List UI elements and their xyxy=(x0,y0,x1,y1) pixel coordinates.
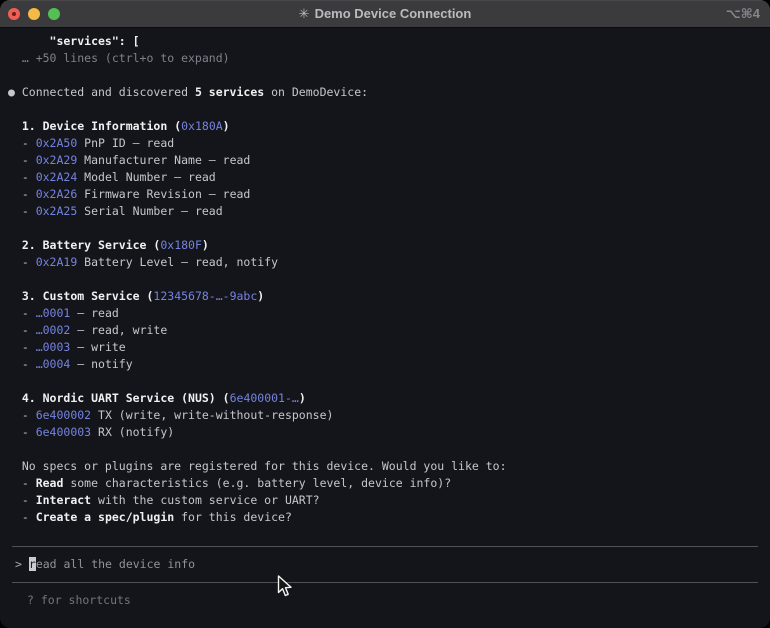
terminal-line: - 0x2A24 Model Number — read xyxy=(8,169,762,186)
terminal-line xyxy=(8,220,762,237)
terminal-output-lines: "services": [ … +50 lines (ctrl+o to exp… xyxy=(8,33,762,526)
terminal-line: "services": [ xyxy=(8,33,762,50)
terminal-line: - 6e400002 TX (write, write-without-resp… xyxy=(8,407,762,424)
window-title: ✳ Demo Device Connection xyxy=(0,6,770,22)
terminal-line: - 6e400003 RX (notify) xyxy=(8,424,762,441)
terminal-window: ✳ Demo Device Connection ⌥⌘4 "services": … xyxy=(0,0,770,628)
terminal-line: - 0x2A29 Manufacturer Name — read xyxy=(8,152,762,169)
terminal-line: - 0x2A50 PnP ID — read xyxy=(8,135,762,152)
terminal-line: 2. Battery Service (0x180F) xyxy=(8,237,762,254)
session-activity-icon: ✳ xyxy=(299,6,310,21)
terminal-line: - Create a spec/plugin for this device? xyxy=(8,509,762,526)
shortcuts-hint: ? for shortcuts xyxy=(8,583,762,609)
terminal-line: 1. Device Information (0x180A) xyxy=(8,118,762,135)
terminal-line: - Read some characteristics (e.g. batter… xyxy=(8,475,762,492)
terminal-line: No specs or plugins are registered for t… xyxy=(8,458,762,475)
terminal-line: 4. Nordic UART Service (NUS) (6e400001-…… xyxy=(8,390,762,407)
terminal-line: - 0x2A19 Battery Level — read, notify xyxy=(8,254,762,271)
terminal-line: - …0002 — read, write xyxy=(8,322,762,339)
window-shortcut-hint: ⌥⌘4 xyxy=(726,0,760,28)
terminal-line: - 0x2A26 Firmware Revision — read xyxy=(8,186,762,203)
terminal-line xyxy=(8,101,762,118)
command-input-text: ead all the device info xyxy=(36,557,195,571)
terminal-line: ● Connected and discovered 5 services on… xyxy=(8,84,762,101)
terminal-content: "services": [ … +50 lines (ctrl+o to exp… xyxy=(0,28,770,628)
window-titlebar[interactable]: ✳ Demo Device Connection ⌥⌘4 xyxy=(0,0,770,28)
terminal-line: - …0001 — read xyxy=(8,305,762,322)
terminal-line: - …0003 — write xyxy=(8,339,762,356)
terminal-line xyxy=(8,67,762,84)
terminal-line: - 0x2A25 Serial Number — read xyxy=(8,203,762,220)
terminal-line xyxy=(8,441,762,458)
terminal-line: - …0004 — notify xyxy=(8,356,762,373)
terminal-line: - Interact with the custom service or UA… xyxy=(8,492,762,509)
terminal-line: … +50 lines (ctrl+o to expand) xyxy=(8,50,762,67)
text-cursor: r xyxy=(29,557,36,571)
prompt-input-box[interactable]: > read all the device info xyxy=(12,546,758,583)
prompt-chevron-icon: > xyxy=(15,557,22,571)
terminal-line xyxy=(8,373,762,390)
terminal-line xyxy=(8,271,762,288)
terminal-line: 3. Custom Service (12345678-…-9abc) xyxy=(8,288,762,305)
window-title-text: Demo Device Connection xyxy=(315,6,472,21)
